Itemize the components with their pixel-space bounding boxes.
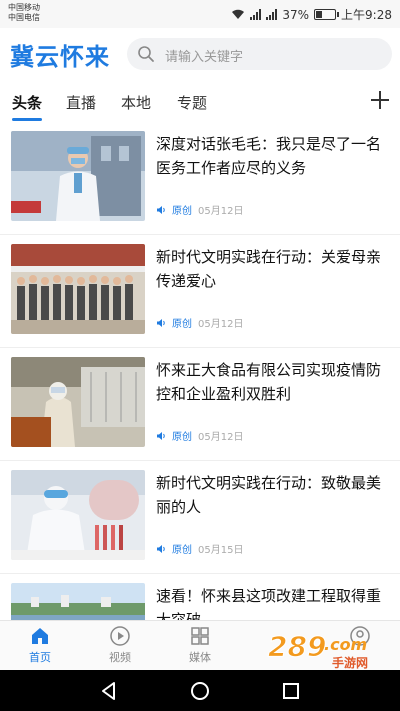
speaker-icon [157,431,165,440]
news-meta: 原创 05月15日 [156,541,243,556]
search-placeholder[interactable]: 请输入关键字 [165,46,243,65]
original-tag: 原创 [172,206,192,217]
carrier-2: 中国电信 [8,13,40,22]
tab-headlines[interactable]: 头条 [12,92,42,113]
plus-icon [371,91,389,109]
nav-profile[interactable] [330,625,390,649]
profile-icon [350,626,370,646]
active-tab-indicator [12,118,42,121]
news-title[interactable]: 深度对话张毛毛：我只是尽了一名医务工作者应尽的义务 [156,132,392,180]
play-icon [110,626,130,646]
recents-icon[interactable] [280,680,302,702]
news-date: 05月12日 [198,206,244,217]
nav-video[interactable]: 视频 [90,625,150,665]
nav-media[interactable]: 媒体 [170,625,230,665]
grid-icon [191,627,209,645]
tab-topics[interactable]: 专题 [177,92,207,113]
nav-home-label: 首页 [29,651,51,664]
news-meta: 原创 05月12日 [156,315,243,330]
nav-media-label: 媒体 [189,651,211,664]
back-icon[interactable] [98,680,120,702]
signal-icon-2 [266,9,278,20]
category-tabs: 头条 直播 本地 专题 [0,84,400,122]
nav-video-label: 视频 [109,651,131,664]
news-title[interactable]: 新时代文明实践在行动：关爱母亲 传递爱心 [156,245,392,293]
news-thumbnail [11,131,145,221]
system-navigation-bar [0,670,400,711]
home-icon [32,628,48,644]
status-bar: 中国移动 中国电信 37% 上午9:28 [0,0,400,28]
battery-icon [314,9,340,20]
original-tag: 原创 [172,545,192,556]
search-icon [138,46,154,62]
news-date: 05月12日 [198,319,244,330]
news-thumbnail [11,357,145,447]
news-date: 05月15日 [198,545,244,556]
news-thumbnail [11,244,145,334]
tab-live[interactable]: 直播 [66,92,96,113]
home-circle-icon[interactable] [189,680,211,702]
app-header: 冀云怀来 请输入关键字 [0,28,400,80]
nav-home[interactable]: 首页 [10,625,70,665]
add-channel-button[interactable] [366,86,394,114]
original-tag: 原创 [172,319,192,330]
news-item[interactable]: 新时代文明实践在行动：致敬最美丽的人 原创 05月15日 [0,461,400,574]
news-item[interactable]: 速看！怀来县这项改建工程取得重大突破 [0,574,400,620]
speaker-icon [157,205,165,214]
speaker-icon [157,544,165,553]
news-thumbnail [11,583,145,620]
news-meta: 原创 05月12日 [156,202,243,217]
news-thumbnail [11,470,145,560]
status-indicators: 37% 上午9:28 [231,6,392,23]
carrier-info: 中国移动 中国电信 [8,3,40,23]
original-tag: 原创 [172,432,192,443]
news-title[interactable]: 怀来正大食品有限公司实现疫情防控和企业盈利双胜利 [156,358,392,406]
battery-percent: 37% [282,7,310,22]
news-title[interactable]: 速看！怀来县这项改建工程取得重大突破 [156,584,392,620]
clock: 上午9:28 [341,8,392,22]
tab-local[interactable]: 本地 [121,92,151,113]
news-meta: 原创 05月12日 [156,428,243,443]
news-item[interactable]: 怀来正大食品有限公司实现疫情防控和企业盈利双胜利 原创 05月12日 [0,348,400,461]
search-bar[interactable]: 请输入关键字 [127,38,392,70]
carrier-1: 中国移动 [8,3,40,12]
app-logo[interactable]: 冀云怀来 [10,37,110,72]
news-title[interactable]: 新时代文明实践在行动：致敬最美丽的人 [156,471,392,519]
signal-icon [250,9,262,20]
news-date: 05月12日 [198,432,244,443]
news-item[interactable]: 深度对话张毛毛：我只是尽了一名医务工作者应尽的义务 原创 05月12日 [0,122,400,235]
speaker-icon [157,318,165,327]
battery-fill [316,11,323,18]
bottom-navigation: 首页 视频 媒体 [0,620,400,670]
news-feed[interactable]: 深度对话张毛毛：我只是尽了一名医务工作者应尽的义务 原创 05月12日 新时代文… [0,122,400,620]
news-item[interactable]: 新时代文明实践在行动：关爱母亲 传递爱心 原创 05月12日 [0,235,400,348]
wifi-icon [232,9,245,19]
